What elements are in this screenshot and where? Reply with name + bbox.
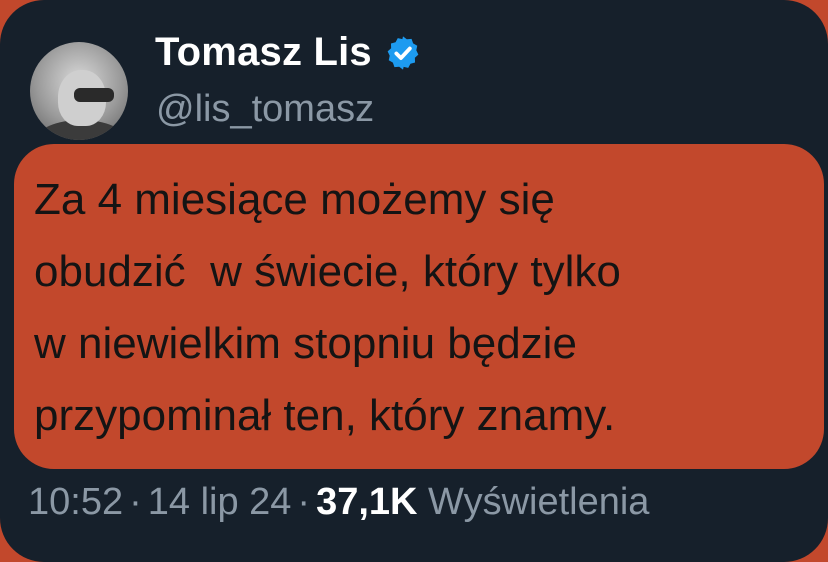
tweet-meta: 10:52 · 14 lip 24 · 37,1K Wyświetlenia xyxy=(28,481,649,524)
avatar[interactable] xyxy=(30,42,128,140)
views-count[interactable]: 37,1K xyxy=(316,481,417,523)
tweet-text: Za 4 miesiące możemy się obudzić w świec… xyxy=(34,175,621,440)
verified-badge-icon xyxy=(387,35,419,70)
author-handle[interactable]: @lis_tomasz xyxy=(156,88,374,131)
tweet-card: Tomasz Lis @lis_tomasz Za 4 miesiące moż… xyxy=(0,0,828,562)
author-name-row: Tomasz Lis xyxy=(155,30,422,75)
tweet-date[interactable]: 14 lip 24 xyxy=(148,481,292,523)
meta-separator: · xyxy=(297,481,311,523)
views-label: Wyświetlenia xyxy=(428,481,650,523)
avatar-glasses xyxy=(74,88,114,102)
author-name[interactable]: Tomasz Lis xyxy=(155,30,372,75)
meta-separator: · xyxy=(129,481,142,523)
tweet-time[interactable]: 10:52 xyxy=(28,481,123,523)
